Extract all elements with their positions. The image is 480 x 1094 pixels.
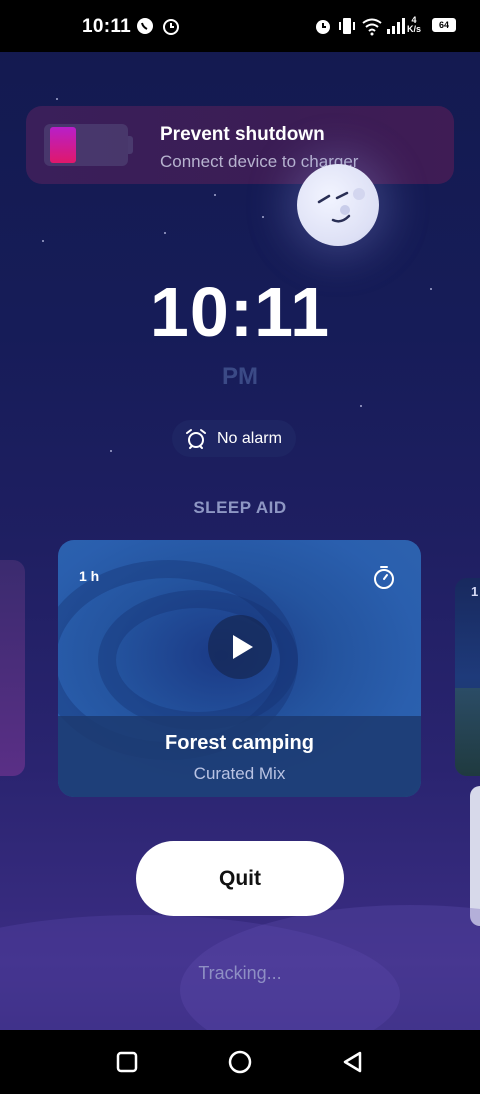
play-button[interactable] <box>208 615 272 679</box>
tracking-status: Tracking... <box>198 963 282 983</box>
square-recents-icon[interactable] <box>115 1050 139 1079</box>
star <box>56 98 58 100</box>
timer-icon[interactable] <box>371 564 397 595</box>
current-time: 10:11 <box>149 273 331 351</box>
circle-home-icon[interactable] <box>227 1050 253 1079</box>
alarm-icon <box>313 16 333 41</box>
card-subtitle: Curated Mix <box>193 764 286 783</box>
wifi-icon <box>361 16 383 41</box>
side-card-peek[interactable] <box>470 786 480 926</box>
navigation-bar <box>0 1030 480 1094</box>
card-title: Forest camping <box>165 732 314 754</box>
play-icon <box>233 635 253 659</box>
star <box>110 450 112 452</box>
star <box>164 232 166 234</box>
star <box>360 405 362 407</box>
moon-icon <box>297 164 379 246</box>
whatsapp-icon <box>135 16 155 41</box>
next-card-duration: 1 <box>471 584 479 599</box>
previous-sleep-aid-card[interactable] <box>0 560 25 776</box>
alarm-button[interactable]: No alarm <box>172 420 296 457</box>
low-battery-icon <box>44 124 136 168</box>
alarm-label: No alarm <box>217 430 282 447</box>
card-footer: Forest camping Curated Mix <box>58 716 421 797</box>
banner-title: Prevent shutdown <box>160 124 325 145</box>
network-speed-unit: K/s <box>407 24 422 34</box>
star <box>214 194 216 196</box>
next-sleep-aid-card[interactable]: 1 <box>455 578 480 776</box>
triangle-back-icon[interactable] <box>341 1050 365 1079</box>
battery-icon: 64 <box>432 18 456 32</box>
status-time: 10:11 <box>82 16 132 37</box>
network-speed: 4 K/s <box>407 16 421 34</box>
vibrate-icon <box>337 16 357 41</box>
am-pm-indicator: PM <box>222 363 258 390</box>
card-duration: 1 h <box>79 568 100 584</box>
alarm-clock-icon <box>185 428 207 455</box>
star <box>262 216 264 218</box>
sleep-screen: 10:11 4 K/s 64 Prevent shutdown Connect … <box>0 0 480 1094</box>
signal-icon <box>386 16 406 41</box>
sleep-aid-card[interactable]: 1 h Forest camping Curated Mix <box>58 540 421 797</box>
sleep-aid-title: SLEEP AID <box>193 498 287 517</box>
star <box>42 240 44 242</box>
status-bar: 10:11 4 K/s 64 <box>0 0 480 52</box>
alarm-icon <box>161 16 181 41</box>
quit-button[interactable]: Quit <box>136 841 344 916</box>
prevent-shutdown-banner[interactable]: Prevent shutdown Connect device to charg… <box>26 106 454 184</box>
